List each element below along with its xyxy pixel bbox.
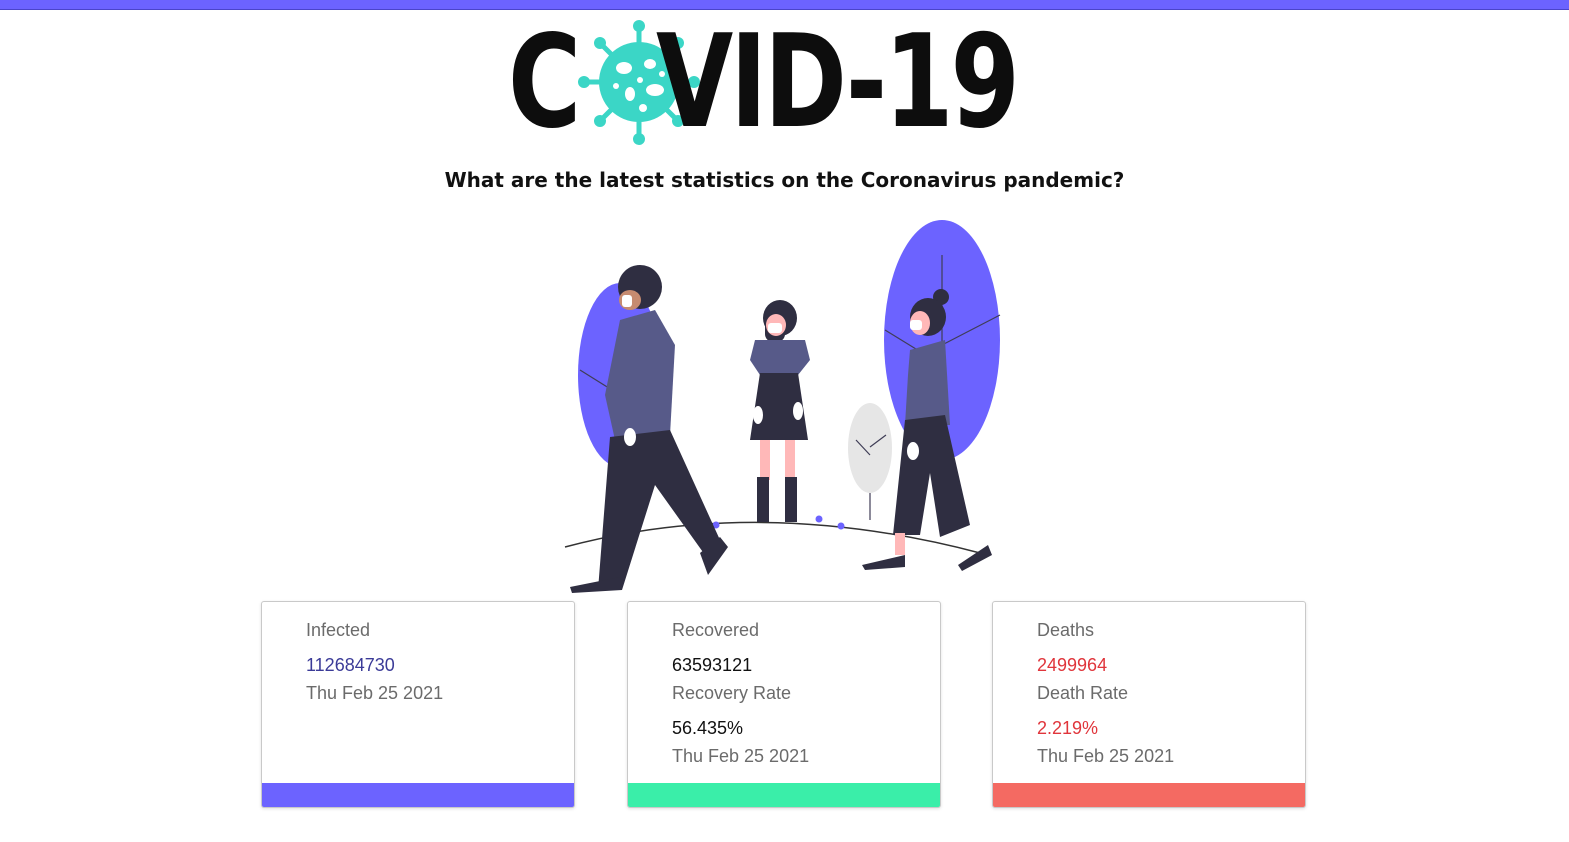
death-rate-value: 2.219% — [1037, 718, 1099, 738]
deaths-date: Thu Feb 25 2021 — [1037, 746, 1175, 766]
page-subtitle: What are the latest statistics on the Co… — [444, 168, 1125, 192]
recovered-card: Recovered 63593121 Recovery Rate 56.435%… — [627, 601, 941, 808]
deaths-color-bar — [993, 783, 1305, 807]
logo-text-vid19: VID-19 — [656, 8, 1020, 157]
covid-logo: C VID-19 — [508, 8, 1060, 157]
people-walking-illustration — [564, 220, 1001, 593]
recovered-title: Recovered — [672, 620, 760, 640]
death-rate-label: Death Rate — [1037, 683, 1129, 703]
recovery-rate-label: Recovery Rate — [672, 683, 792, 703]
infected-date: Thu Feb 25 2021 — [306, 683, 444, 703]
logo-letter-c: C — [508, 8, 581, 157]
recovered-count: 63593121 — [672, 655, 753, 675]
recovered-color-bar — [628, 783, 940, 807]
deaths-card: Deaths 2499964 Death Rate 2.219% Thu Feb… — [992, 601, 1306, 808]
infected-card: Infected 112684730 Thu Feb 25 2021 — [261, 601, 575, 808]
infected-title: Infected — [306, 620, 371, 640]
recovered-date: Thu Feb 25 2021 — [672, 746, 810, 766]
deaths-count: 2499964 — [1037, 655, 1108, 675]
infected-color-bar — [262, 783, 574, 807]
deaths-title: Deaths — [1037, 620, 1095, 640]
infected-count: 112684730 — [306, 655, 395, 675]
recovery-rate-value: 56.435% — [672, 718, 744, 738]
